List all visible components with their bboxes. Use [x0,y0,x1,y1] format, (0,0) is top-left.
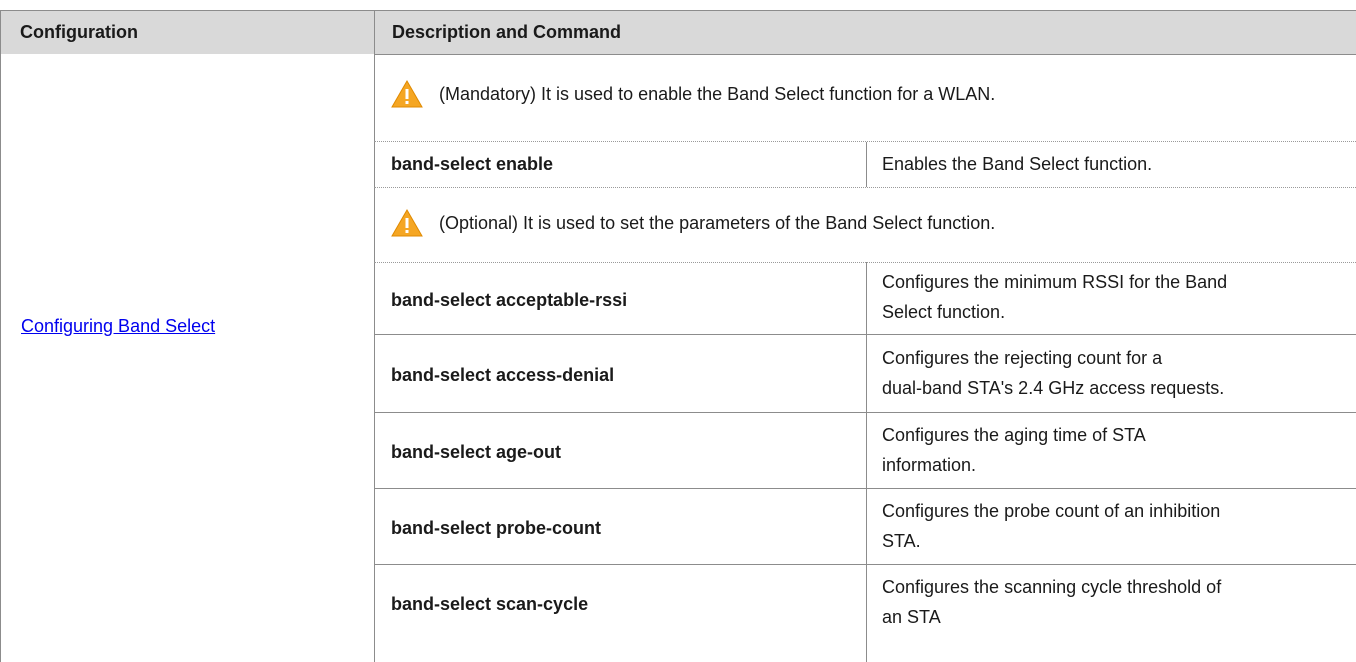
row-divider [374,334,1356,335]
subcolumn-divider-2 [866,262,867,662]
description-line: STA. [882,531,921,551]
description-line: dual-band STA's 2.4 GHz access requests. [882,378,1225,398]
subcolumn-divider-1 [866,142,867,187]
mandatory-note: (Mandatory) It is used to enable the Ban… [391,80,995,108]
row-divider [374,488,1356,489]
description-line: Enables the Band Select function. [882,154,1153,174]
optional-note-text: (Optional) It is used to set the paramet… [439,212,996,233]
row-divider [374,564,1356,565]
left-border [0,10,1,662]
description-line: Configures the minimum RSSI for the Band [882,272,1228,292]
warning-icon [391,209,423,237]
description-acceptable-rssi: Configures the minimum RSSI for the Band… [882,267,1342,327]
command-band-select-access-denial: band-select access-denial [391,365,615,385]
row-divider [374,412,1356,413]
description-band-select-enable: Enables the Band Select function. [882,149,1342,179]
header-description-command: Description and Command [374,10,1356,54]
table-top-border [0,10,1356,11]
description-line: information. [882,455,977,475]
warning-icon [391,80,423,108]
header-configuration: Configuration [0,10,374,54]
description-scan-cycle: Configures the scanning cycle threshold … [882,572,1342,632]
description-line: Configures the rejecting count for a [882,348,1163,368]
row-divider [374,187,1356,188]
description-line: Configures the scanning cycle threshold … [882,577,1222,597]
config-table: Configuration Description and Command Co… [0,0,1356,662]
description-line: an STA [882,607,941,627]
optional-note: (Optional) It is used to set the paramet… [391,209,995,237]
command-band-select-probe-count: band-select probe-count [391,518,602,538]
description-probe-count: Configures the probe count of an inhibit… [882,496,1342,556]
configuring-band-select-link[interactable]: Configuring Band Select [21,316,215,337]
header-bottom-border [374,54,1356,55]
description-line: Configures the aging time of STA [882,425,1146,445]
row-divider [374,262,1356,263]
command-band-select-acceptable-rssi: band-select acceptable-rssi [391,290,628,310]
command-band-select-enable: band-select enable [391,154,554,174]
row-divider [374,141,1356,142]
command-band-select-age-out: band-select age-out [391,442,562,462]
description-access-denial: Configures the rejecting count for a dua… [882,343,1342,403]
command-band-select-scan-cycle: band-select scan-cycle [391,594,589,614]
description-line: Select function. [882,302,1006,322]
description-line: Configures the probe count of an inhibit… [882,501,1221,521]
mandatory-note-text: (Mandatory) It is used to enable the Ban… [439,83,996,104]
description-age-out: Configures the aging time of STA informa… [882,420,1342,480]
